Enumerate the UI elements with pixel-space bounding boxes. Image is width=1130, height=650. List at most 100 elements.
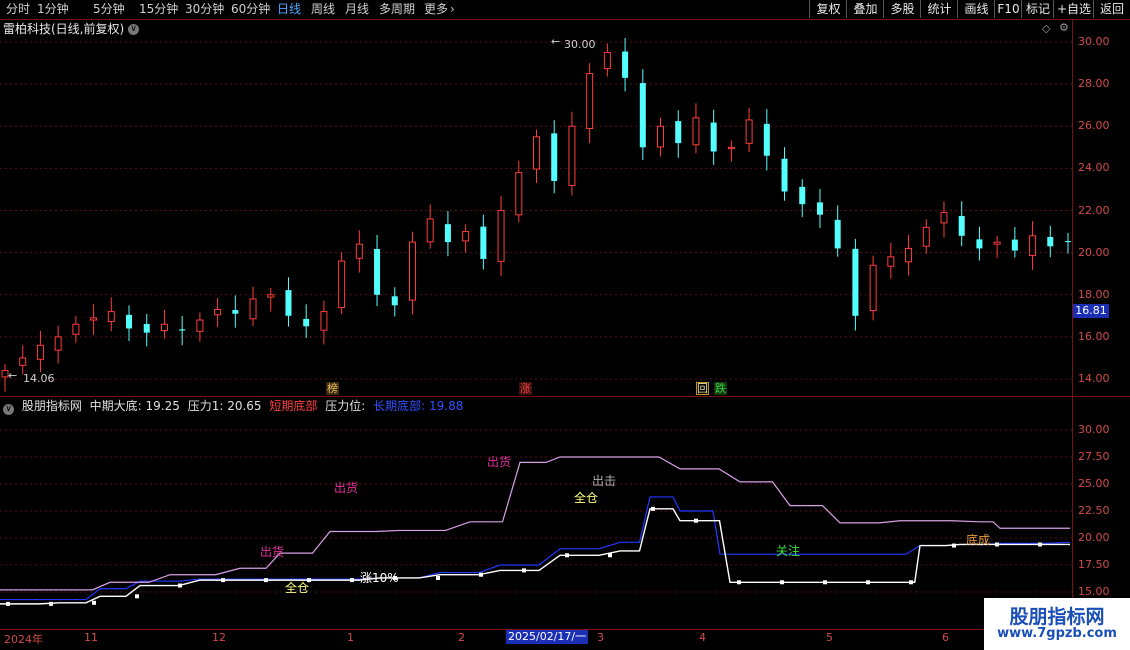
- candle-body: [622, 51, 629, 78]
- high-price-label: 30.00: [564, 38, 596, 51]
- x-label-2: 2: [458, 631, 465, 644]
- period-tab-monthly[interactable]: 月线: [345, 1, 369, 18]
- stats-button[interactable]: 统计: [920, 0, 958, 18]
- diamond-icon[interactable]: ◇: [1042, 22, 1050, 35]
- series-marker: [565, 553, 569, 558]
- f10-button[interactable]: F10: [994, 0, 1022, 18]
- mark-button[interactable]: 标记: [1021, 0, 1054, 18]
- series-marker: [479, 572, 483, 577]
- candle-body: [179, 329, 186, 331]
- signal-chuhuo-3: 出货: [260, 545, 285, 559]
- series-marker: [952, 543, 956, 548]
- candlestick-chart[interactable]: [0, 38, 1072, 396]
- short-bottom-label: 短期底部: [269, 399, 318, 413]
- back-button[interactable]: 返回: [1093, 0, 1130, 18]
- indicator-name[interactable]: 股朋指标网: [22, 399, 82, 413]
- y-tick-label: 14.00: [1078, 372, 1110, 385]
- candle-body: [480, 226, 487, 259]
- multi-stock-button[interactable]: 多股: [883, 0, 921, 18]
- signal-quancang-2: 全仓: [285, 581, 310, 595]
- period-tab-multi[interactable]: 多周期: [379, 1, 415, 18]
- event-tag-die[interactable]: 跌: [714, 382, 727, 395]
- candle-body: [887, 256, 895, 267]
- candle-body: [444, 224, 451, 243]
- candle-body: [551, 133, 558, 182]
- candle-body: [338, 260, 346, 309]
- candle-body: [232, 310, 239, 314]
- watermark: 股朋指标网 www.7gpzb.com: [984, 598, 1130, 650]
- add-watchlist-button[interactable]: +自选: [1053, 0, 1094, 18]
- candle-body: [391, 296, 398, 306]
- series-marker: [436, 575, 440, 580]
- candle-body: [267, 294, 275, 298]
- long-bottom-value: 长期底部: 19.88: [373, 399, 464, 413]
- candle-body: [692, 117, 700, 146]
- candle-body: [745, 119, 753, 144]
- candle-body: [657, 125, 665, 148]
- event-tag-hui[interactable]: 回: [696, 382, 709, 395]
- x-label-3: 3: [597, 631, 604, 644]
- event-tag-bang[interactable]: 榜: [326, 382, 339, 395]
- candle-body: [799, 186, 806, 205]
- draw-line-button[interactable]: 画线: [957, 0, 995, 18]
- period-tab-fenshi[interactable]: 分时: [6, 1, 30, 18]
- candle-body: [1011, 239, 1018, 251]
- period-tab-more[interactable]: 更多: [424, 1, 448, 18]
- candle-body: [940, 212, 948, 224]
- period-tab-30min[interactable]: 30分钟: [185, 1, 224, 18]
- y-tick-label: 22.50: [1078, 504, 1110, 517]
- series-marker: [694, 518, 698, 523]
- event-tag-zhang[interactable]: 涨: [519, 382, 532, 395]
- y-tick-label: 28.00: [1078, 77, 1110, 91]
- watermark-title: 股朋指标网: [1009, 606, 1105, 628]
- candle-body: [905, 247, 913, 263]
- chevron-right-icon[interactable]: ›: [450, 1, 455, 18]
- period-tab-daily[interactable]: 日线: [277, 1, 301, 18]
- candle-body: [639, 83, 646, 148]
- candle-body: [19, 357, 27, 366]
- overlay-button[interactable]: 叠加: [846, 0, 884, 18]
- series-marker: [780, 580, 784, 585]
- series-marker: [92, 600, 96, 605]
- candle-body: [90, 317, 98, 321]
- y-tick-label: 30.00: [1078, 423, 1110, 436]
- y-tick-label: 20.00: [1078, 531, 1110, 544]
- candle-body: [462, 231, 470, 242]
- period-tab-1min[interactable]: 1分钟: [37, 1, 69, 18]
- period-tab-60min[interactable]: 60分钟: [231, 1, 270, 18]
- period-toolbar: 分时 1分钟 5分钟 15分钟 30分钟 60分钟 日线 周线 月线 多周期 更…: [0, 0, 1130, 20]
- candle-body: [852, 248, 859, 316]
- candle-body: [1065, 241, 1071, 243]
- indicator-chart[interactable]: [0, 414, 1072, 629]
- series-marker: [823, 580, 827, 585]
- y-tick-label: 16.00: [1078, 329, 1110, 343]
- candle-body: [285, 290, 292, 316]
- period-tab-weekly[interactable]: 周线: [311, 1, 335, 18]
- candle-body: [710, 122, 717, 152]
- fuquan-button[interactable]: 复权: [809, 0, 847, 18]
- candle-body: [727, 146, 735, 150]
- period-tab-5min[interactable]: 5分钟: [93, 1, 125, 18]
- period-tab-15min[interactable]: 15分钟: [139, 1, 178, 18]
- pressure-pos-label: 压力位:: [325, 399, 366, 413]
- candle-body: [408, 241, 416, 301]
- candle-body: [303, 318, 310, 327]
- series-marker: [522, 568, 526, 573]
- series-marker: [995, 542, 999, 547]
- candle-body: [1029, 235, 1037, 256]
- series-line-短期底部: [0, 508, 1070, 605]
- candle-body: [675, 121, 682, 144]
- watermark-url: www.7gpzb.com: [997, 626, 1117, 641]
- candle-body: [160, 323, 168, 332]
- chevron-down-icon[interactable]: ∨: [128, 24, 139, 35]
- candle-body: [993, 241, 1001, 245]
- candle-body: [568, 125, 576, 186]
- series-marker: [49, 601, 53, 606]
- candle-body: [515, 172, 523, 216]
- settings-icon[interactable]: ⚙: [1059, 21, 1069, 34]
- y-tick-label: 26.00: [1078, 119, 1110, 133]
- y-axis-divider: [1072, 20, 1073, 630]
- y-tick-label: 17.50: [1078, 558, 1110, 571]
- candle-body: [603, 52, 611, 70]
- candle-body: [374, 248, 381, 295]
